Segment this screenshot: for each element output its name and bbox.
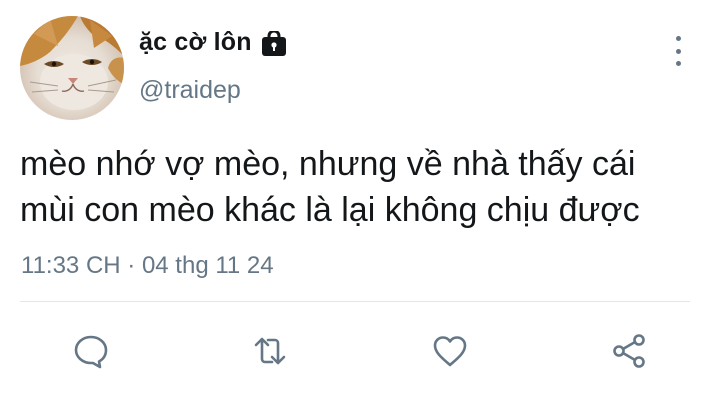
like-icon (433, 336, 467, 367)
reply-button[interactable] (72, 332, 110, 370)
retweet-icon (254, 337, 286, 365)
lock-icon (261, 30, 287, 57)
retweet-button[interactable] (251, 332, 289, 370)
tweet-timestamp[interactable]: 11:33 CH · 04 thg 11 24 (21, 252, 274, 280)
share-button[interactable] (610, 332, 648, 370)
tweet-text-line: mùi con mèo khác là lại không chịu được (20, 191, 640, 229)
tweet-text-line: mèo nhớ vợ mèo, nhưng về nhà thấy cái (20, 145, 636, 183)
like-button[interactable] (431, 332, 469, 370)
cat-avatar-image (20, 16, 124, 110)
divider (20, 301, 690, 302)
avatar[interactable] (20, 16, 124, 120)
tweet-text: mèo nhớ vợ mèo, nhưng về nhà thấy cái mù… (20, 141, 690, 233)
share-icon (613, 334, 645, 368)
author-display-name[interactable]: ặc cờ lôn (139, 28, 252, 57)
reply-icon (74, 335, 108, 369)
author-handle[interactable]: @traidep (139, 76, 241, 105)
more-options-icon[interactable] (668, 36, 688, 66)
author-display-name-row[interactable]: ặc cờ lôn (139, 28, 287, 57)
